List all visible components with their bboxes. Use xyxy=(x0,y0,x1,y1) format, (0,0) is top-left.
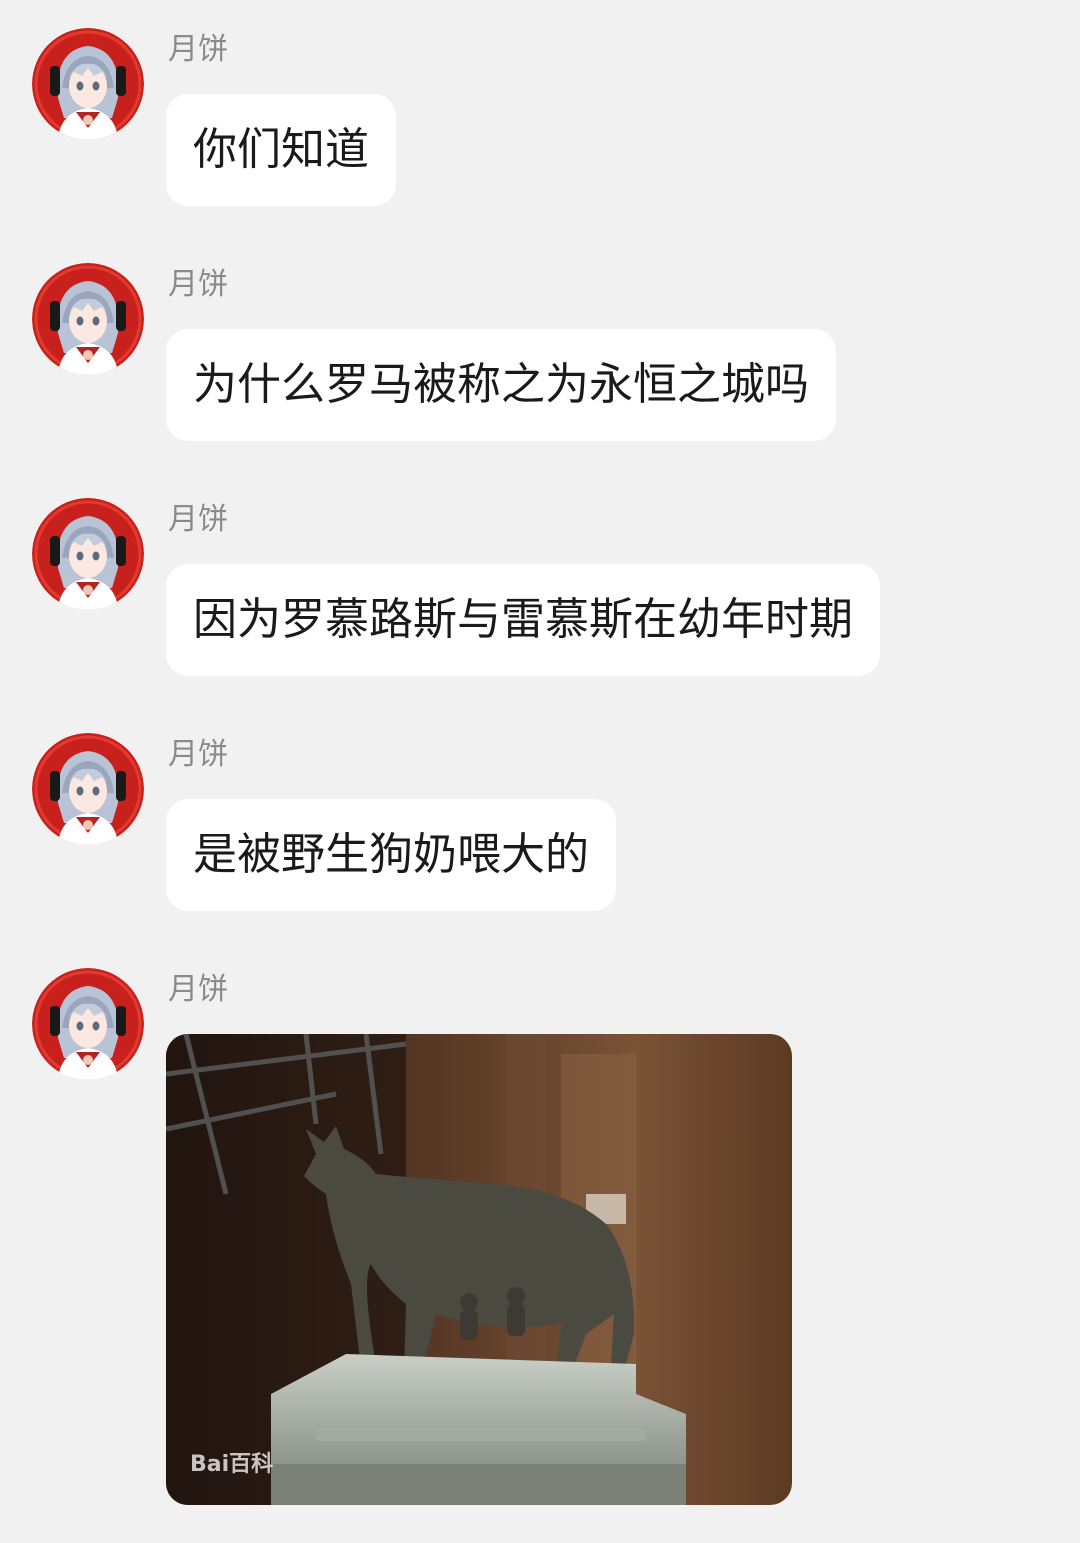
sender-name: 月饼 xyxy=(168,972,228,1007)
avatar[interactable] xyxy=(32,263,144,375)
avatar[interactable] xyxy=(32,733,144,845)
image-message[interactable]: Bai百科 xyxy=(166,1034,792,1505)
baidu-watermark: Bai百科 xyxy=(190,1452,274,1477)
avatar[interactable] xyxy=(32,968,144,1080)
avatar[interactable] xyxy=(32,28,144,140)
sender-name: 月饼 xyxy=(168,737,228,772)
sender-name: 月饼 xyxy=(168,32,228,67)
she-wolf-statue-photo xyxy=(166,1034,792,1505)
sender-name: 月饼 xyxy=(168,502,228,537)
message-bubble[interactable]: 你们知道 xyxy=(166,94,396,206)
avatar[interactable] xyxy=(32,498,144,610)
sender-name: 月饼 xyxy=(168,267,228,302)
message-bubble[interactable]: 是被野生狗奶喂大的 xyxy=(166,799,616,911)
message-bubble[interactable]: 为什么罗马被称之为永恒之城吗 xyxy=(166,329,836,441)
message-bubble[interactable]: 因为罗慕路斯与雷慕斯在幼年时期 xyxy=(166,564,880,676)
